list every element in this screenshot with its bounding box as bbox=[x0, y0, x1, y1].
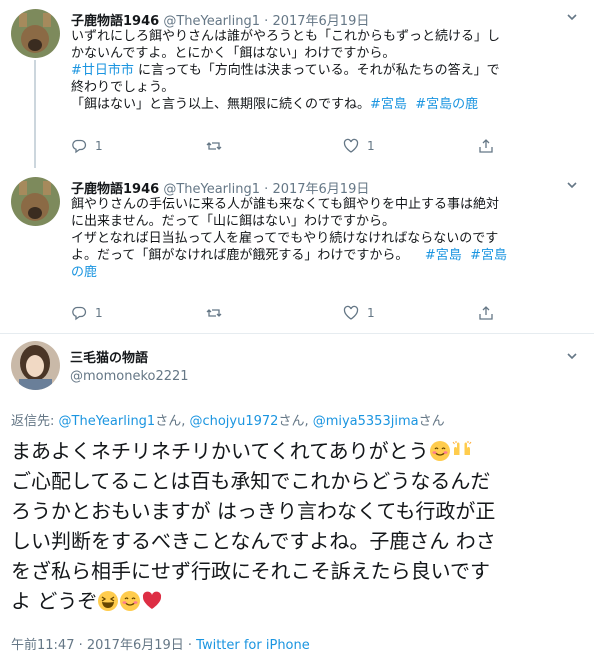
user-handle[interactable]: @momoneko2221 bbox=[70, 369, 189, 384]
tweet-meta: 午前11:47 · 2017年6月19日 · Twitter for iPhon… bbox=[11, 634, 310, 653]
display-name[interactable]: 子鹿物語1946 bbox=[71, 182, 159, 197]
replying-sep: さん, bbox=[155, 414, 190, 429]
retweet-icon bbox=[206, 309, 222, 317]
tweet-line: 餌やりさんの手伝いに来る人が誰も来なくても餌やりを中止する事は絶対 bbox=[71, 197, 499, 212]
user-handle[interactable]: @TheYearling1 bbox=[163, 182, 260, 197]
grinning-squinting-emoji-icon bbox=[98, 591, 119, 611]
tweet-text: いずれにしろ餌やりさんは誰がやろうとも「これからもずっと続ける」し かないんです… bbox=[71, 28, 581, 113]
tweet-line: 終わりでしょう。 bbox=[71, 80, 175, 95]
mention-link[interactable]: @miya5353jima bbox=[313, 414, 419, 429]
tweet-line: よ どうぞ bbox=[11, 589, 98, 613]
reply-button[interactable]: 1 bbox=[71, 138, 103, 154]
retweet-button[interactable] bbox=[206, 305, 222, 321]
tweet-text: 餌やりさんの手伝いに来る人が誰も来なくても餌やりを中止する事は絶対 に出来ません… bbox=[71, 196, 581, 281]
tweet-line: しい判断をするべきことなんですよね。子鹿さん わさ bbox=[11, 529, 496, 553]
reply-icon bbox=[72, 139, 87, 154]
avatar[interactable] bbox=[11, 9, 60, 58]
tweet-header: 子鹿物語1946 @TheYearling1 · 2017年6月19日 bbox=[71, 10, 369, 29]
mention-link[interactable]: @TheYearling1 bbox=[59, 414, 156, 429]
like-count: 1 bbox=[367, 139, 375, 153]
reply-count: 1 bbox=[95, 306, 103, 320]
tweet-line: かないんですよ。とにかく「餌はない」わけですから。 bbox=[71, 46, 396, 61]
tweet-line: ろうかとおもいますが はっきり言わなくても行政が正 bbox=[11, 499, 496, 523]
like-count: 1 bbox=[367, 306, 375, 320]
avatar[interactable] bbox=[11, 177, 60, 226]
raised-hands-emoji-icon bbox=[452, 441, 472, 458]
like-button[interactable]: 1 bbox=[343, 138, 375, 154]
tweet-header: 子鹿物語1946 @TheYearling1 · 2017年6月19日 bbox=[71, 178, 369, 197]
display-name[interactable]: 三毛猫の物語 bbox=[70, 347, 189, 366]
share-icon bbox=[479, 306, 493, 320]
tweet-line: よ。だって「餌がなければ鹿が餓死する」わけですから。 bbox=[71, 248, 409, 263]
tweet-timestamp[interactable]: 午前11:47 · 2017年6月19日 · bbox=[11, 638, 196, 653]
hashtag-link[interactable]: #宮島 bbox=[370, 97, 407, 112]
blushing-smile-emoji-icon bbox=[429, 441, 450, 461]
thread-line bbox=[34, 60, 36, 168]
tweet-line: に言っても「方向性は決まっている。それが私たちの答え」で bbox=[138, 63, 500, 78]
tweet-line: ご心配してることは百も承知でこれからどうなるんだ bbox=[11, 469, 491, 493]
user-handle[interactable]: @TheYearling1 bbox=[163, 14, 260, 29]
main-tweet-text: まあよくネチリネチリかいてくれてありがとう ご心配してることは百も承知でこれから… bbox=[11, 436, 586, 616]
tweet-line: まあよくネチリネチリかいてくれてありがとう bbox=[11, 439, 429, 463]
replying-to: 返信先: @TheYearling1さん, @chojyu1972さん, @mi… bbox=[11, 410, 445, 429]
avatar[interactable] bbox=[11, 341, 60, 390]
display-name[interactable]: 子鹿物語1946 bbox=[71, 14, 159, 29]
like-button[interactable]: 1 bbox=[343, 305, 375, 321]
reply-icon bbox=[72, 306, 87, 321]
share-button[interactable] bbox=[478, 305, 494, 321]
thread-tweet-1[interactable]: 子鹿物語1946 @TheYearling1 · 2017年6月19日 いずれに… bbox=[0, 0, 594, 168]
chevron-down-icon[interactable] bbox=[564, 11, 580, 27]
tweet-actions: 1 1 bbox=[71, 138, 571, 158]
hashtag-link[interactable]: #宮島の鹿 bbox=[415, 97, 478, 112]
like-icon bbox=[343, 305, 359, 320]
red-heart-emoji-icon bbox=[143, 591, 162, 609]
tweet-line: イザとなれば日当払って人を雇ってでもやり続けなければならないのです bbox=[71, 231, 499, 246]
tweet-line: いずれにしろ餌やりさんは誰がやろうとも「これからもずっと続ける」し bbox=[71, 29, 501, 44]
chevron-down-icon[interactable] bbox=[564, 179, 580, 195]
separator-dot: · bbox=[264, 182, 269, 197]
chevron-down-icon[interactable] bbox=[564, 350, 580, 366]
hashtag-link[interactable]: の鹿 bbox=[71, 264, 581, 281]
tweet-source-link[interactable]: Twitter for iPhone bbox=[196, 638, 310, 653]
replying-suffix: さん bbox=[418, 414, 445, 429]
divider bbox=[0, 333, 594, 334]
separator-dot: · bbox=[264, 14, 269, 29]
tweet-line: 「餌はない」と言う以上、無期限に続くのですね。 bbox=[71, 97, 371, 112]
reply-button[interactable]: 1 bbox=[71, 305, 103, 321]
blushing-smile-emoji-icon bbox=[120, 591, 141, 611]
like-icon bbox=[343, 138, 359, 153]
share-button[interactable] bbox=[478, 138, 494, 154]
tweet-date[interactable]: 2017年6月19日 bbox=[272, 14, 369, 29]
hashtag-link[interactable]: #廿日市市 bbox=[71, 63, 134, 78]
tweet-date[interactable]: 2017年6月19日 bbox=[272, 182, 369, 197]
retweet-button[interactable] bbox=[206, 138, 222, 154]
tweet-line: をざ私ら相手にせず行政にそれこそ訴えたら良いです bbox=[11, 559, 490, 583]
hashtag-link[interactable]: #宮島 bbox=[425, 248, 462, 263]
reply-count: 1 bbox=[95, 139, 103, 153]
retweet-icon bbox=[206, 142, 222, 150]
mention-link[interactable]: @chojyu1972 bbox=[189, 414, 278, 429]
tweet-line: に出来ません。だって「山に餌はない」わけですから。 bbox=[71, 214, 395, 229]
replying-prefix: 返信先: bbox=[11, 414, 59, 429]
hashtag-link[interactable]: #宮島 bbox=[470, 248, 507, 263]
tweet-actions: 1 1 bbox=[71, 305, 571, 325]
replying-sep: さん, bbox=[278, 414, 313, 429]
share-icon bbox=[479, 139, 493, 153]
author-name-block[interactable]: 三毛猫の物語 @momoneko2221 bbox=[70, 347, 189, 384]
thread-tweet-2[interactable]: 子鹿物語1946 @TheYearling1 · 2017年6月19日 餌やりさ… bbox=[0, 168, 594, 333]
